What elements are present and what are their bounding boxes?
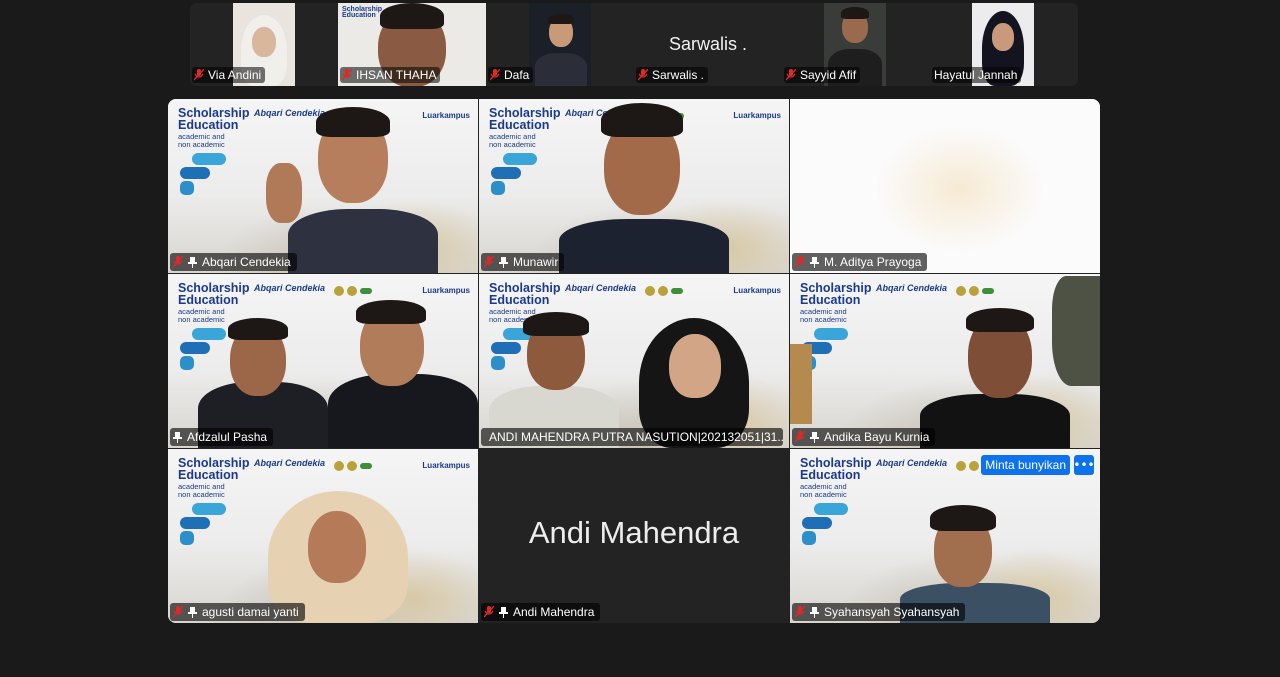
mic-muted-icon — [173, 256, 183, 268]
participant-name: Afdzalul Pasha — [187, 430, 268, 444]
participant-video — [790, 99, 1100, 273]
slide-shape-icon — [180, 153, 226, 195]
filmstrip-tile[interactable]: Sarwalis . Sarwalis . — [634, 3, 782, 86]
participant-name: Via Andini — [208, 68, 262, 82]
participant-video — [790, 274, 1100, 448]
participant-name: Andika Bayu Kurnia — [824, 430, 930, 444]
participant-video — [489, 274, 789, 448]
mic-muted-icon — [490, 69, 500, 81]
participant-name: Andi Mahendra — [513, 605, 595, 619]
participant-name-label: IHSAN THAHA — [340, 67, 441, 83]
video-tile[interactable]: Scholarship Education academic and non aca… — [168, 99, 478, 273]
slide-logo: Scholarship Education academic and non aca… — [178, 456, 250, 499]
video-tile-active-speaker[interactable]: Scholarship Education academic and non aca… — [168, 274, 478, 448]
participant-name-label: Sayyid Afif — [784, 67, 861, 83]
participant-name-label: Munawir — [481, 253, 565, 271]
slide-logo: Scholarship Education academic and non aca… — [489, 106, 561, 149]
participant-name: Dafa — [504, 68, 530, 82]
pin-icon — [188, 606, 197, 618]
participant-name-label: agusti damai yanti — [170, 603, 305, 621]
video-tile-camera-off[interactable]: Andi Mahendra Andi Mahendra — [479, 449, 789, 623]
mic-muted-icon — [795, 606, 805, 618]
participant-name: M. Aditya Prayoga — [824, 255, 922, 269]
mic-muted-icon — [795, 431, 805, 443]
participant-name: Sarwalis . — [652, 68, 705, 82]
filmstrip: Via Andini Scholarship Education IHSAN TH… — [190, 3, 1078, 86]
slide-shape-icon — [180, 503, 226, 545]
participant-video — [266, 99, 438, 273]
pin-icon — [499, 606, 508, 618]
ask-to-unmute-button[interactable]: Minta bunyikan — [981, 455, 1070, 475]
slide-logo: Scholarship Education academic and non aca… — [178, 106, 250, 149]
participant-name-label: Sarwalis . — [636, 67, 709, 83]
filmstrip-tile[interactable]: Scholarship Education IHSAN THAHA — [338, 3, 486, 86]
video-tile[interactable]: Scholarship Education academic and non aca… — [790, 274, 1100, 448]
mic-muted-icon — [638, 69, 648, 81]
more-options-button[interactable]: ••• — [1073, 455, 1095, 475]
participant-name-label: ANDI MAHENDRA PUTRA NASUTION|202132051|3… — [481, 428, 783, 446]
mic-muted-icon — [484, 256, 494, 268]
video-tile[interactable]: M. Aditya Prayoga — [790, 99, 1100, 273]
participant-display-name: Andi Mahendra — [528, 515, 740, 550]
participant-name-label: Afdzalul Pasha — [170, 428, 274, 446]
participant-name: Hayatul Jannah — [934, 68, 1018, 82]
participant-name-label: Andi Mahendra — [481, 603, 601, 621]
video-tile[interactable]: Scholarship Education academic and non aca… — [479, 274, 789, 448]
participant-video — [529, 3, 591, 86]
participant-name: Munawir — [513, 255, 559, 269]
video-tile[interactable]: Scholarship Education academic and non aca… — [168, 449, 478, 623]
partner-logo: Luarkampus — [733, 111, 781, 120]
video-tile[interactable]: Scholarship Education academic and non aca… — [790, 449, 1100, 623]
filmstrip-tile[interactable]: Via Andini — [190, 3, 338, 86]
participant-name: Abqari Cendekia — [202, 255, 291, 269]
participant-name-label: Andika Bayu Kurnia — [792, 428, 936, 446]
mic-muted-icon — [194, 69, 204, 81]
participant-name-label: Syahansyah Syahansyah — [792, 603, 966, 621]
pin-icon — [810, 606, 819, 618]
participant-name: Sayyid Afif — [800, 68, 857, 82]
participant-name-label: Hayatul Jannah — [932, 67, 1022, 83]
pin-icon — [173, 431, 182, 443]
mic-muted-icon — [484, 606, 494, 618]
participant-video — [559, 99, 729, 273]
participant-name: IHSAN THAHA — [356, 68, 437, 82]
participant-name: ANDI MAHENDRA PUTRA NASUTION|202132051|3… — [489, 430, 783, 444]
pin-icon — [188, 256, 197, 268]
slide-shape-icon — [802, 503, 848, 545]
pin-icon — [499, 256, 508, 268]
participant-name-label: Via Andini — [192, 67, 266, 83]
pin-icon — [810, 431, 819, 443]
participant-name-label: Abqari Cendekia — [170, 253, 297, 271]
filmstrip-tile[interactable]: Sayyid Afif — [782, 3, 930, 86]
participant-name: Syahansyah Syahansyah — [824, 605, 960, 619]
slide-logo: Scholarship Education academic and non aca… — [800, 456, 872, 499]
mic-muted-icon — [795, 256, 805, 268]
filmstrip-tile[interactable]: Hayatul Jannah — [930, 3, 1078, 86]
participant-video — [198, 274, 478, 448]
participant-video — [268, 449, 418, 623]
participant-name-label: M. Aditya Prayoga — [792, 253, 928, 271]
participant-name: agusti damai yanti — [202, 605, 299, 619]
filmstrip-tile[interactable]: Dafa — [486, 3, 634, 86]
pin-icon — [810, 256, 819, 268]
participant-display-name: Sarwalis . — [668, 34, 748, 54]
video-tile[interactable]: Scholarship Education academic and non aca… — [479, 99, 789, 273]
mic-muted-icon — [786, 69, 796, 81]
partner-logo: Luarkampus — [422, 461, 470, 470]
mic-muted-icon — [173, 606, 183, 618]
gallery-grid: Scholarship Education academic and non aca… — [168, 99, 1100, 623]
slide-shape-icon — [491, 153, 537, 195]
participant-video — [900, 449, 1050, 623]
participant-name-label: Dafa — [488, 67, 534, 83]
mic-muted-icon — [342, 69, 352, 81]
